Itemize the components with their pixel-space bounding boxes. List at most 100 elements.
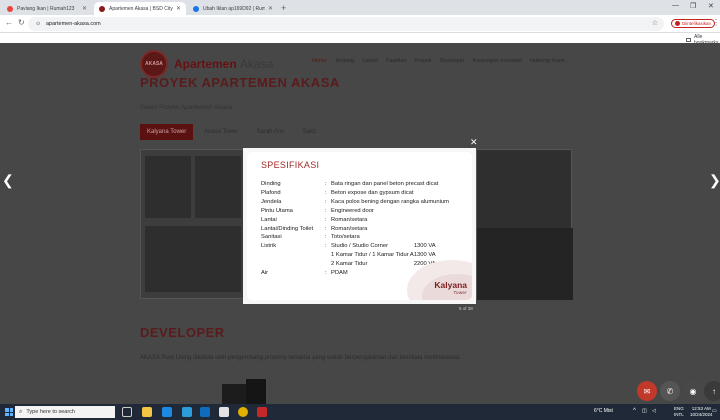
spec-label: Dinding bbox=[261, 181, 281, 187]
spec-label: Lantai bbox=[261, 216, 277, 223]
chat-icon: ◉ bbox=[689, 386, 697, 396]
floorplan-image bbox=[195, 156, 241, 218]
store-icon[interactable] bbox=[182, 407, 192, 417]
lightbox-close-icon[interactable]: ✕ bbox=[470, 137, 478, 148]
address-bar[interactable]: ⊙ apartemen-akasa.com ☆ bbox=[28, 17, 664, 31]
lightbox-next-icon[interactable]: ❯ bbox=[709, 172, 720, 189]
pdf-app-icon[interactable] bbox=[257, 407, 267, 417]
close-tab-icon[interactable]: ✕ bbox=[176, 5, 181, 12]
arrow-up-icon: ↑ bbox=[712, 386, 716, 396]
nav-item-proyek[interactable]: Proyek bbox=[414, 58, 431, 64]
weather-widget[interactable]: 6°C Mist bbox=[594, 408, 613, 414]
nav-item-hubungi[interactable]: Hubungi Kami bbox=[530, 58, 565, 64]
new-tab-icon[interactable]: + bbox=[281, 3, 286, 13]
spec-label: Plafond bbox=[261, 189, 281, 196]
task-view-icon[interactable] bbox=[122, 407, 132, 417]
interior-image bbox=[477, 228, 573, 300]
spec-extra: 1300 VA bbox=[413, 252, 436, 259]
project-tabs: Kalyana Tower Akasa Tower Sarah Ann Sakt… bbox=[140, 124, 323, 140]
windows-start-icon[interactable] bbox=[5, 408, 13, 416]
browser-tab-1[interactable]: Paviang Ikan | Rumah123 ✕ bbox=[2, 2, 92, 15]
spec-value: Kaca polos bening dengan rangka alumuniu… bbox=[331, 198, 449, 205]
url-text: apartemen-akasa.com bbox=[46, 21, 101, 27]
menu-icon[interactable]: ⋮ bbox=[712, 18, 720, 27]
nav-item-developer[interactable]: Developer bbox=[439, 58, 464, 64]
developer-description: AKASA Pure Living dikelola oleh pengemba… bbox=[140, 355, 461, 361]
nav-item-lokasi[interactable]: Lokasi bbox=[362, 58, 378, 64]
site-logo[interactable]: AKASA Apartemen Akasa bbox=[140, 50, 273, 78]
system-clock[interactable]: 12:53 AM 10/24/2024 bbox=[690, 406, 713, 418]
site-info-icon[interactable]: ⊙ bbox=[36, 21, 42, 27]
chrome-icon[interactable] bbox=[238, 407, 248, 417]
nav-item-tentang[interactable]: Tentang bbox=[335, 58, 355, 64]
nav-item-kunjungan[interactable]: Kunjungan Investasi bbox=[473, 58, 523, 64]
logo-text-part-2: Akasa bbox=[240, 57, 274, 71]
brand-name: Kalyana bbox=[434, 280, 467, 290]
profile-button[interactable]: Diintefikasikan bbox=[671, 19, 716, 28]
nav-item-fasilitas[interactable]: Fasilitas bbox=[386, 58, 406, 64]
spec-label: Listrik bbox=[261, 243, 277, 250]
back-icon[interactable]: ← bbox=[5, 18, 13, 27]
tab-sarah-ann[interactable]: Sarah Ann bbox=[250, 124, 292, 140]
file-explorer-icon[interactable] bbox=[142, 407, 152, 417]
close-tab-icon[interactable]: ✕ bbox=[268, 5, 273, 12]
spec-row: 1 Kamar Tidur / 1 Kamar Tidur A 1300 VA bbox=[261, 251, 466, 260]
app-icon[interactable] bbox=[219, 407, 229, 417]
site-favicon-icon bbox=[99, 5, 105, 12]
tab-kalyana-tower[interactable]: Kalyana Tower bbox=[140, 124, 194, 140]
phone-icon: ✆ bbox=[666, 386, 674, 396]
spec-row: Pintu Utama: Engineered door bbox=[261, 207, 466, 216]
browser-tab-3[interactable]: Ubah Iklan ap169D92 | Rumah... ✕ bbox=[188, 2, 278, 15]
tab-akasa-tower[interactable]: Akasa Tower bbox=[197, 124, 245, 140]
spec-label bbox=[261, 251, 325, 260]
spec-value: Engineered door bbox=[331, 207, 374, 214]
search-placeholder: Type here to search bbox=[26, 409, 75, 415]
lightbox-prev-icon[interactable]: ❮ bbox=[2, 172, 14, 189]
close-window-icon[interactable]: ✕ bbox=[708, 2, 714, 10]
reload-icon[interactable]: ↻ bbox=[18, 18, 25, 27]
spec-label bbox=[261, 260, 325, 269]
page-subtitle: Galeri Proyek Apartemen Akasa bbox=[140, 104, 233, 111]
browser-tab-2[interactable]: Apartemen Akasa | BSD City B... ✕ bbox=[94, 2, 186, 15]
spec-row: Jendela: Kaca polos bening dengan rangka … bbox=[261, 198, 466, 207]
tab-sakti[interactable]: Sakti bbox=[296, 124, 323, 140]
tab-title: Apartemen Akasa | BSD City B... bbox=[109, 5, 173, 12]
email-float-button[interactable]: ✉ bbox=[637, 381, 657, 401]
brand-sub: Tower bbox=[453, 290, 467, 295]
scroll-top-button[interactable]: ↑ bbox=[704, 381, 720, 401]
tab-title: Ubah Iklan ap169D92 | Rumah... bbox=[203, 5, 265, 12]
windows-taskbar: ⌕ Type here to search 6°C Mist ^ ◫ ◁ ENG… bbox=[0, 404, 720, 420]
taskbar-search[interactable]: ⌕ Type here to search bbox=[15, 406, 115, 418]
spec-value: Beton expose dan gypsum dicat bbox=[331, 189, 414, 196]
logo-mark: AKASA bbox=[140, 50, 168, 78]
spec-image bbox=[145, 226, 241, 292]
spec-title: SPESIFIKASI bbox=[261, 160, 320, 170]
whatsapp-float-button[interactable]: ◉ bbox=[683, 381, 703, 401]
close-tab-icon[interactable]: ✕ bbox=[82, 5, 87, 12]
bookmark-star-icon[interactable]: ☆ bbox=[652, 19, 658, 27]
minimize-icon[interactable]: — bbox=[672, 2, 679, 9]
network-icon[interactable]: ◫ bbox=[642, 408, 647, 414]
spec-value: Studio / Studio Corner bbox=[331, 243, 389, 250]
phone-float-button[interactable]: ✆ bbox=[660, 381, 680, 401]
volume-icon[interactable]: ◁ bbox=[652, 408, 656, 414]
profile-label: Diintefikasikan bbox=[682, 21, 712, 26]
logo-text-part-1: Apartemen bbox=[174, 57, 241, 71]
restore-icon[interactable]: ❐ bbox=[690, 2, 696, 10]
tray-chevron-icon[interactable]: ^ bbox=[633, 408, 636, 414]
gallery-thumbnail-right[interactable] bbox=[476, 149, 573, 300]
spec-label: Air bbox=[261, 270, 269, 277]
spec-row: Plafond: Beton expose dan gypsum dicat bbox=[261, 189, 466, 198]
lightbox-counter: 5 of 38 bbox=[459, 306, 473, 311]
notification-icon[interactable]: ▭ bbox=[712, 408, 717, 414]
edge-icon[interactable] bbox=[162, 407, 172, 417]
gallery-thumbnail-left[interactable] bbox=[140, 149, 244, 299]
spec-value: 1 Kamar Tidur / 1 Kamar Tidur A bbox=[331, 252, 414, 259]
spec-extra: 1300 VA bbox=[413, 243, 436, 250]
nav-item-home[interactable]: Home bbox=[312, 58, 327, 64]
language-indicator[interactable]: ENG INTL bbox=[674, 406, 684, 418]
mail-app-icon[interactable] bbox=[200, 407, 210, 417]
logo-text: Apartemen Akasa bbox=[174, 57, 273, 71]
spec-row: Lantai/Dinding Toilet: Roman/setara bbox=[261, 225, 466, 234]
browser-toolbar: ← ↻ ⊙ apartemen-akasa.com ☆ Diintefikasi… bbox=[0, 15, 720, 33]
